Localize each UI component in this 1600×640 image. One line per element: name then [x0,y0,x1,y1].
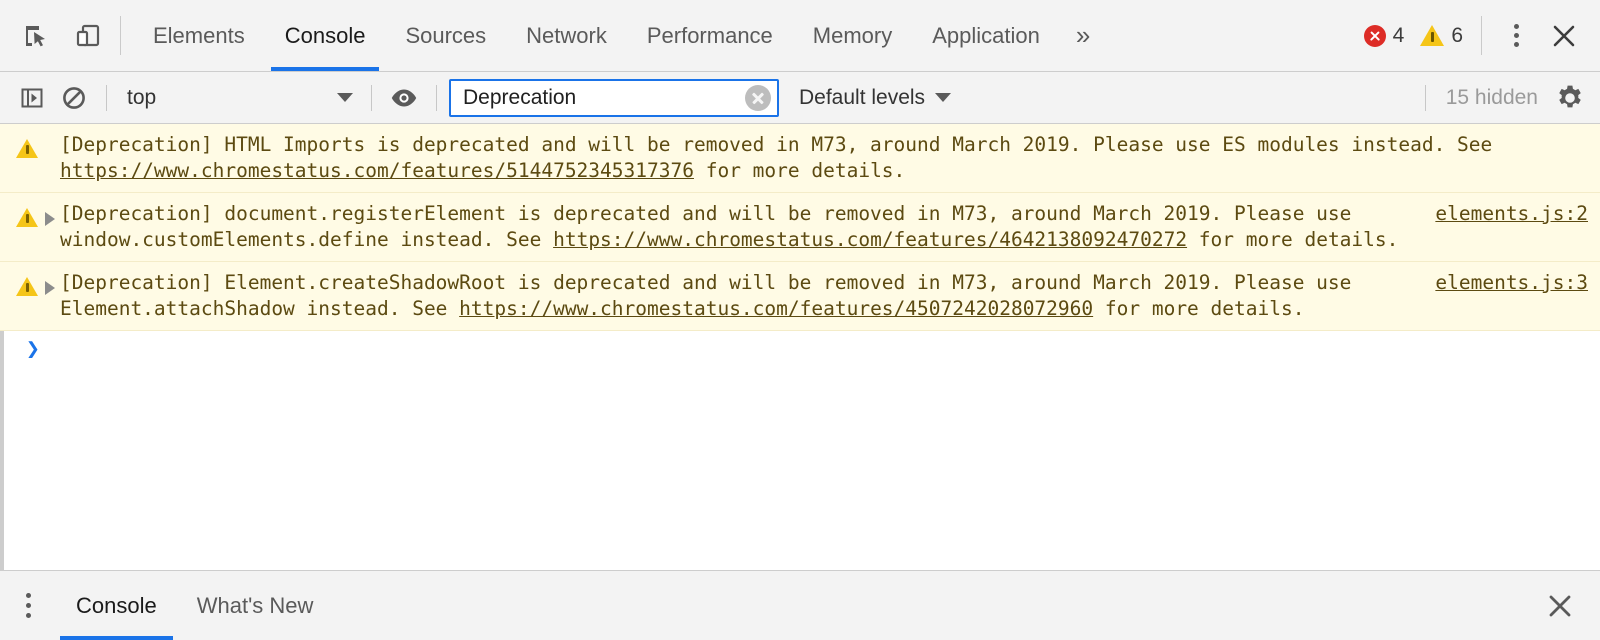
drawer-tab-whats-new[interactable]: What's New [177,571,334,640]
warning-icon [14,270,40,296]
warning-count-label: 6 [1451,23,1463,47]
console-message-row[interactable]: [Deprecation] Element.createShadowRoot i… [0,262,1600,331]
drawer-tab-console[interactable]: Console [56,571,177,640]
drawer-right [1538,571,1600,640]
panel-tabs: Elements Console Sources Network Perform… [133,0,1106,71]
chevron-down-icon [935,93,952,102]
toolbar-divider [106,84,107,111]
console-message-row[interactable]: [Deprecation] HTML Imports is deprecated… [0,124,1600,193]
drawer-tab-bar: Console What's New [0,570,1600,640]
tab-label: Network [526,22,607,48]
warning-icon [14,201,40,227]
message-text-part: [Deprecation] HTML Imports is deprecated… [60,133,1493,156]
tab-memory[interactable]: Memory [793,0,912,71]
badge-divider [1481,16,1482,55]
message-source-link[interactable]: elements.js:3 [1431,270,1588,296]
execution-context-selector[interactable]: top [119,80,359,116]
error-count-label: 4 [1392,23,1405,47]
tab-console[interactable]: Console [265,0,386,71]
device-toolbar-icon[interactable] [66,14,110,58]
inspect-element-icon[interactable] [14,14,58,58]
eye-icon[interactable] [384,78,424,118]
more-tabs-icon[interactable]: » [1060,0,1106,71]
expand-placeholder [40,132,60,143]
console-toolbar: top Default levels 15 hidden [0,72,1600,124]
error-count-badge[interactable]: 4 [1358,24,1411,48]
tab-label: Memory [812,22,893,48]
tab-performance[interactable]: Performance [627,0,793,71]
console-message-list: [Deprecation] HTML Imports is deprecated… [0,124,1600,331]
more-tabs-label: » [1075,20,1091,50]
expand-arrow-icon[interactable] [40,201,60,226]
warning-icon [1420,25,1445,46]
message-text-part: for more details. [1093,297,1305,320]
close-icon[interactable] [1542,14,1586,58]
console-prompt-input[interactable] [40,338,1588,362]
warning-icon [14,132,40,158]
drawer-tabs: Console What's New [56,571,333,640]
main-toolbar-right: 4 6 [1358,0,1600,71]
console-prompt[interactable]: ❯ [0,331,1600,369]
console-message-area: [Deprecation] HTML Imports is deprecated… [0,124,1600,570]
console-message-text: [Deprecation] HTML Imports is deprecated… [60,132,1588,184]
execution-context-value: top [127,85,157,109]
console-sidebar-toggle-icon[interactable] [12,78,52,118]
expand-arrow-icon[interactable] [40,270,60,295]
error-icon [1363,24,1386,47]
toolbar-divider [436,84,437,111]
console-toolbar-right: 15 hidden [1424,78,1590,118]
message-link[interactable]: https://www.chromestatus.com/features/51… [60,159,694,182]
more-options-icon[interactable] [1494,14,1538,58]
tab-network[interactable]: Network [506,0,627,71]
message-text-part: for more details. [693,159,906,182]
tab-elements[interactable]: Elements [133,0,265,71]
prompt-arrow-icon: ❯ [26,336,40,362]
tab-label: Elements [153,22,245,48]
message-link[interactable]: https://www.chromestatus.com/features/45… [459,297,1093,320]
toolbar-divider [371,84,372,111]
log-level-label: Default levels [799,85,926,109]
message-source-link[interactable]: elements.js:2 [1431,201,1588,227]
toolbar-divider [120,16,121,55]
message-text-part: for more details. [1187,228,1399,251]
message-link[interactable]: https://www.chromestatus.com/features/46… [553,228,1187,251]
tab-application[interactable]: Application [912,0,1060,71]
drawer-more-options-icon[interactable] [0,571,56,640]
close-drawer-icon[interactable] [1538,584,1582,628]
toolbar-divider [1424,84,1426,111]
warning-count-badge[interactable]: 6 [1414,24,1469,48]
console-message-text: [Deprecation] Element.createShadowRoot i… [60,270,1431,322]
devtools-window: Elements Console Sources Network Perform… [0,0,1600,640]
tab-label: Console [284,22,366,48]
filter-input[interactable] [461,84,745,111]
main-tab-bar: Elements Console Sources Network Perform… [0,0,1600,72]
filter-input-wrapper[interactable] [449,78,779,117]
tab-label: Sources [405,22,487,48]
drawer-tab-label: What's New [196,592,314,618]
log-level-selector[interactable]: Default levels [799,85,952,110]
console-message-text: [Deprecation] document.registerElement i… [60,201,1431,253]
console-message-row[interactable]: [Deprecation] document.registerElement i… [0,193,1600,262]
clear-console-icon[interactable] [54,78,94,118]
tab-sources[interactable]: Sources [385,0,506,71]
chevron-down-icon [337,93,353,102]
console-empty-space [0,369,1600,570]
hidden-messages-count: 15 hidden [1445,85,1538,109]
tab-label: Application [932,22,1040,48]
drawer-tab-label: Console [76,592,157,618]
clear-input-icon[interactable] [745,84,771,111]
main-toolbar-icons [0,0,116,71]
tab-label: Performance [646,22,773,48]
gear-icon[interactable] [1550,78,1590,118]
